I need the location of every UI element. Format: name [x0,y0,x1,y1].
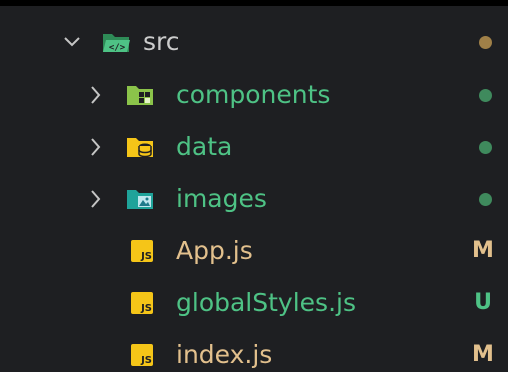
chevron-right-icon[interactable] [86,186,106,212]
js-icon-text: JS [141,251,152,262]
untracked-indicator-dot [479,193,492,206]
tree-item-data[interactable]: data [0,122,508,172]
git-status-badge: M [472,342,494,367]
javascript-file-icon: JS [131,292,153,314]
svg-text:</>: </> [109,43,126,53]
tree-item-globalstyles-js[interactable]: JS globalStyles.js U [0,278,508,328]
tree-item-app-js[interactable]: JS App.js M [0,226,508,276]
tree-item-label: data [176,132,233,161]
folder-data-icon [127,138,153,158]
folder-images-icon [127,190,153,209]
tree-item-index-js[interactable]: JS index.js M [0,330,508,372]
tree-item-label: images [176,184,267,213]
git-status-badge: M [472,238,494,263]
folder-src-open-icon: </> [103,34,130,53]
javascript-file-icon: JS [131,240,153,262]
file-explorer: </> src components data images JS App.js… [0,0,508,372]
untracked-indicator-dot [479,141,492,154]
js-icon-text: JS [141,303,152,314]
chevron-down-icon[interactable] [62,29,82,55]
untracked-indicator-dot [479,89,492,102]
tree-item-src[interactable]: </> src [0,17,508,67]
tree-item-label: globalStyles.js [176,288,356,317]
chevron-right-icon[interactable] [86,82,106,108]
git-status-badge: U [474,290,492,315]
top-border [0,0,508,6]
tree-item-label: components [176,80,331,109]
folder-components-icon [127,86,153,105]
modified-indicator-dot [479,36,492,49]
javascript-file-icon: JS [131,344,153,366]
tree-item-images[interactable]: images [0,174,508,224]
tree-item-components[interactable]: components [0,70,508,120]
tree-item-label: src [143,27,180,56]
tree-item-label: index.js [176,340,273,369]
js-icon-text: JS [141,355,152,366]
chevron-right-icon[interactable] [86,134,106,160]
tree-item-label: App.js [176,236,253,265]
